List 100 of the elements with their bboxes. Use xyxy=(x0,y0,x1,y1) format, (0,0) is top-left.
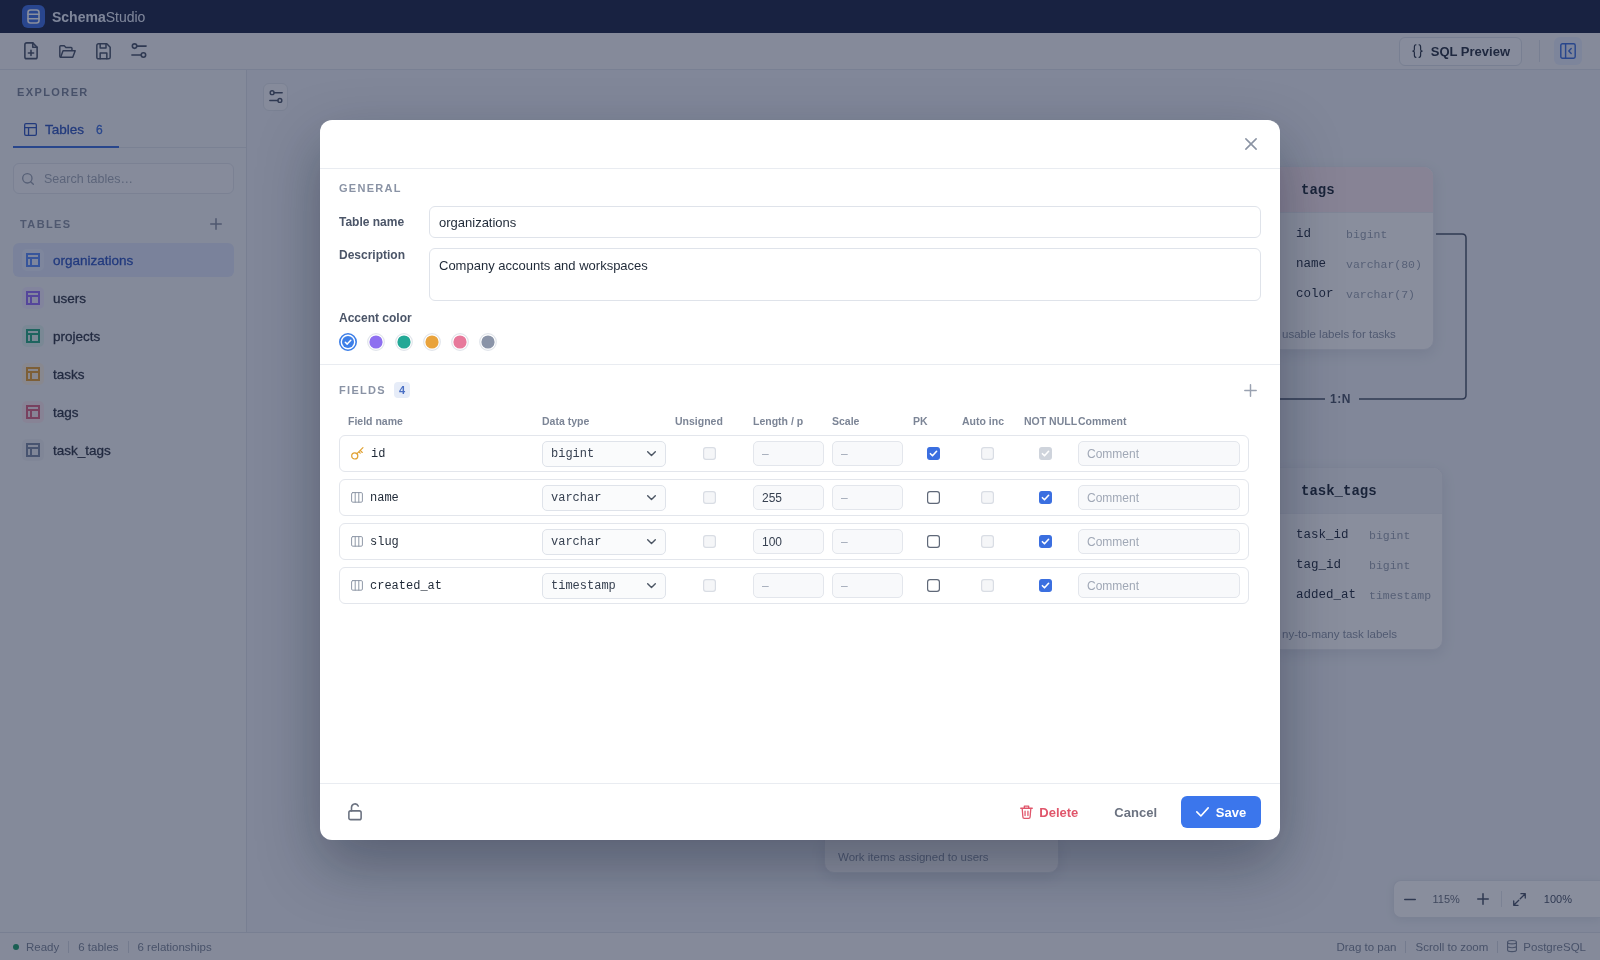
primary-key-checkbox[interactable] xyxy=(927,491,940,504)
field-label: Description xyxy=(339,248,406,262)
comment-input[interactable]: Comment xyxy=(1078,573,1240,598)
data-type-select[interactable]: timestamp xyxy=(542,572,666,599)
logo-icon xyxy=(22,5,45,28)
file-plus-icon xyxy=(24,42,38,60)
panel-toggle-button[interactable] xyxy=(1554,37,1582,65)
database-icon xyxy=(1507,940,1518,953)
table-list-item[interactable]: projects xyxy=(13,319,234,353)
field-label: Accent color xyxy=(339,311,413,325)
sliders-icon xyxy=(131,43,147,59)
field-name: id xyxy=(371,446,386,461)
column-icon xyxy=(351,492,363,503)
column-header: Field name xyxy=(347,415,404,427)
column-header: Auto inc xyxy=(962,415,1005,427)
primary-key-checkbox[interactable] xyxy=(927,579,940,592)
status-text: Drag to pan xyxy=(1336,940,1397,953)
plus-icon xyxy=(1244,383,1257,397)
not-null-checkbox[interactable] xyxy=(1039,535,1052,548)
data-type-select[interactable]: varchar xyxy=(542,484,666,511)
comment-input[interactable]: Comment xyxy=(1078,529,1240,554)
folder-icon xyxy=(58,44,76,58)
status-text: Scroll to zoom xyxy=(1415,940,1489,953)
cancel-button[interactable]: Cancel xyxy=(1102,796,1169,828)
status-text: PostgreSQL xyxy=(1523,940,1586,953)
comment-input[interactable]: Comment xyxy=(1078,485,1240,510)
table-list-item[interactable]: tags xyxy=(13,395,234,429)
data-type-select[interactable]: bigint xyxy=(542,440,666,467)
not-null-checkbox[interactable] xyxy=(1039,491,1052,504)
add-field-button[interactable] xyxy=(1244,383,1257,397)
key-icon xyxy=(351,447,364,460)
braces-icon xyxy=(1411,43,1423,59)
sliders-icon xyxy=(268,90,283,104)
field-label: Table name xyxy=(339,215,406,229)
column-header: NOT NULL xyxy=(1024,415,1078,427)
column-icon xyxy=(351,580,363,591)
data-type-select[interactable]: varchar xyxy=(542,528,666,555)
column-name: tag_id xyxy=(1296,558,1342,572)
section-heading: GENERAL xyxy=(339,181,403,195)
plus-icon xyxy=(1476,893,1489,905)
column-header: Scale xyxy=(832,415,861,427)
column-header: Unsigned xyxy=(675,415,724,427)
trash-icon xyxy=(1020,804,1034,820)
chevron-down-icon xyxy=(647,494,656,501)
scale-input[interactable]: – xyxy=(832,529,903,554)
check-icon xyxy=(1195,807,1209,817)
length-input[interactable]: 100 xyxy=(753,529,824,554)
padlock-icon xyxy=(348,803,362,821)
table-list-item[interactable]: organizations xyxy=(13,243,234,277)
relationship-label: 1:N xyxy=(1330,391,1351,407)
minus-icon xyxy=(1403,897,1416,901)
column-header: Length / p xyxy=(753,415,805,427)
primary-key-checkbox[interactable] xyxy=(927,535,940,548)
column-header: PK xyxy=(913,415,929,427)
status-text: Ready xyxy=(26,940,60,953)
comment-input[interactable]: Comment xyxy=(1078,441,1240,466)
column-header: Comment xyxy=(1078,415,1128,427)
column-icon xyxy=(351,536,363,547)
tables-tab[interactable]: Tables 6 xyxy=(13,113,119,148)
column-name: task_id xyxy=(1296,528,1350,542)
field-name: slug xyxy=(370,534,399,549)
table-list-item[interactable]: task_tags xyxy=(13,433,234,467)
plus-icon xyxy=(210,218,222,230)
field-name: created_at xyxy=(370,578,442,593)
length-input[interactable]: – xyxy=(753,441,824,466)
column-name: id xyxy=(1296,227,1312,241)
add-table-button[interactable] xyxy=(210,218,222,230)
table-list-item[interactable]: users xyxy=(13,281,234,315)
column-header: Data type xyxy=(542,415,591,427)
column-name: added_at xyxy=(1296,588,1357,602)
table-list-item[interactable]: tasks xyxy=(13,357,234,391)
expand-icon xyxy=(1513,892,1527,906)
color-swatch[interactable] xyxy=(339,333,357,351)
column-name: name xyxy=(1296,257,1327,271)
count-badge: 4 xyxy=(393,382,411,398)
filter-button[interactable] xyxy=(263,83,288,111)
scale-input[interactable]: – xyxy=(832,485,903,510)
length-input[interactable]: – xyxy=(753,573,824,598)
scale-input[interactable]: – xyxy=(832,573,903,598)
column-name: color xyxy=(1296,287,1335,301)
reset-zoom-button[interactable]: 100% xyxy=(1543,893,1572,905)
not-null-checkbox[interactable] xyxy=(1039,579,1052,592)
scale-input[interactable]: – xyxy=(832,441,903,466)
chevron-down-icon xyxy=(647,538,656,545)
status-text: 6 tables xyxy=(78,940,119,953)
table-card-header: task_tags xyxy=(1280,468,1442,514)
search-icon xyxy=(22,172,34,185)
zoom-level: 115% xyxy=(1432,893,1460,905)
length-input[interactable]: 255 xyxy=(753,485,824,510)
status-dot-icon xyxy=(13,943,19,950)
close-icon xyxy=(1245,138,1257,150)
table-card-header: tags xyxy=(1280,167,1433,213)
sql-preview-button[interactable]: SQL Preview xyxy=(1398,36,1522,66)
save-button[interactable]: Save xyxy=(1181,796,1261,828)
table-name-input[interactable]: organizations xyxy=(429,206,1261,238)
primary-key-checkbox[interactable] xyxy=(927,447,940,460)
explorer-heading: EXPLORER xyxy=(16,85,90,99)
delete-button[interactable]: Delete xyxy=(1008,796,1091,828)
description-input[interactable]: Company accounts and workspaces xyxy=(429,248,1261,301)
table-count: 6 xyxy=(96,122,103,137)
